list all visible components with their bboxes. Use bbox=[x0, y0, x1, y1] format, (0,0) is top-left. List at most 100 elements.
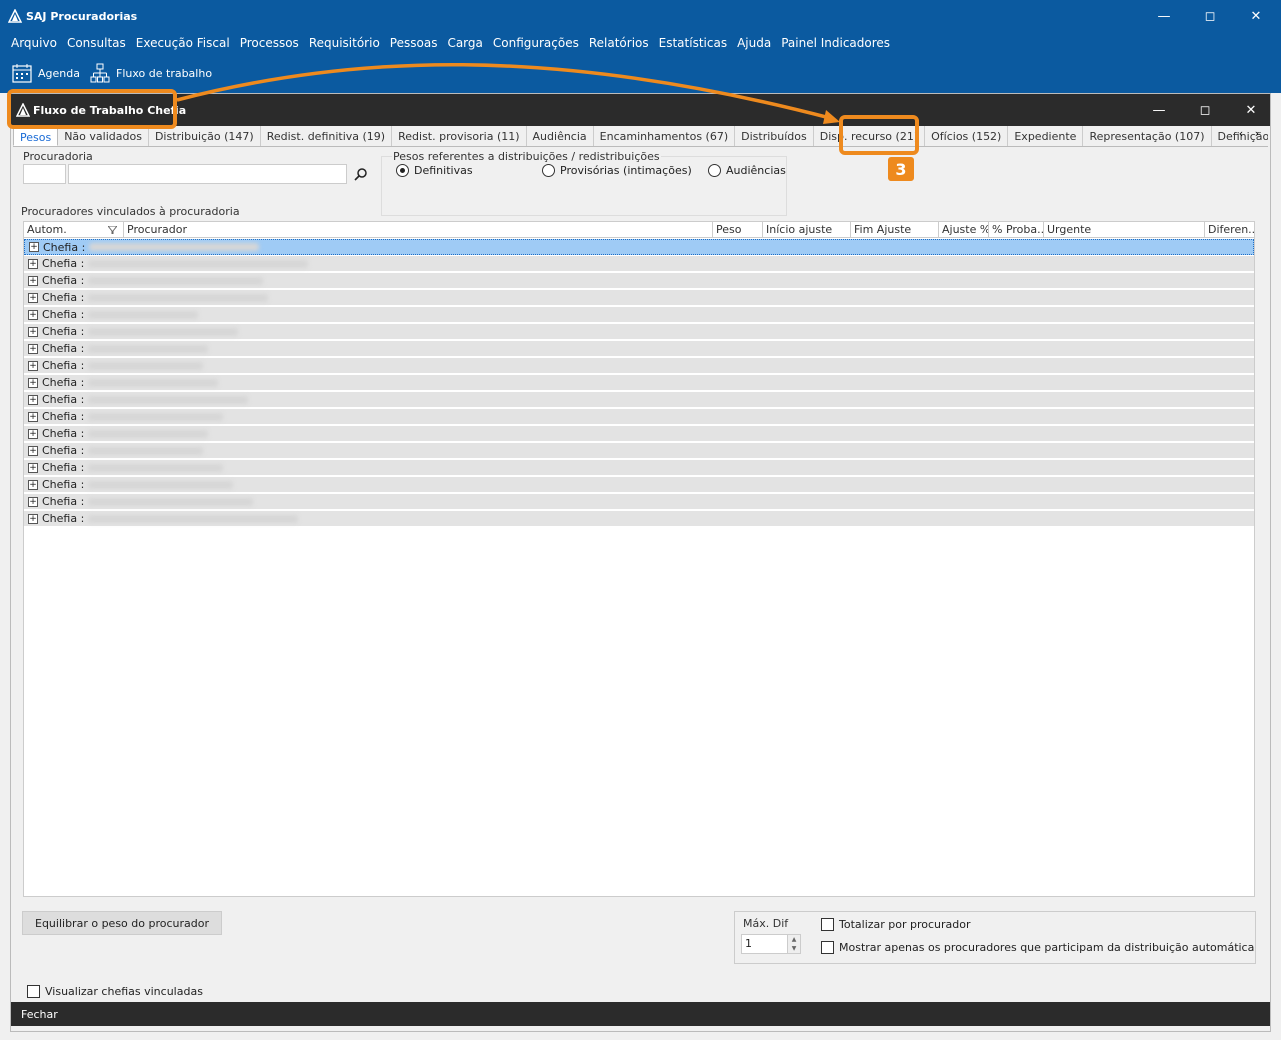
visualizar-chefias-checkbox[interactable]: Visualizar chefias vinculadas bbox=[27, 985, 203, 998]
expand-icon[interactable]: + bbox=[28, 462, 38, 473]
menu-arquivo[interactable]: Arquivo bbox=[6, 36, 62, 50]
menu-estatisticas[interactable]: Estatísticas bbox=[654, 36, 732, 50]
tab-distribuicao[interactable]: Distribuição (147) bbox=[149, 126, 261, 146]
totalizar-checkbox[interactable]: Totalizar por procurador bbox=[821, 918, 971, 931]
radio-audiencias-indicator bbox=[708, 164, 721, 177]
expand-icon[interactable]: + bbox=[29, 242, 39, 252]
menu-execucao-fiscal[interactable]: Execução Fiscal bbox=[131, 36, 235, 50]
filter-icon[interactable] bbox=[108, 226, 117, 234]
col-ajuste-pct[interactable]: Ajuste % bbox=[939, 222, 989, 238]
mostrar-apenas-checkbox[interactable]: Mostrar apenas os procuradores que parti… bbox=[821, 941, 1254, 954]
fechar-button[interactable]: Fechar bbox=[21, 1008, 58, 1021]
table-row[interactable]: + Chefia : bbox=[24, 375, 1254, 391]
tab-audiencia[interactable]: Audiência bbox=[527, 126, 594, 146]
tab-pesos[interactable]: Pesos bbox=[13, 126, 59, 146]
table-row[interactable]: + Chefia : bbox=[24, 409, 1254, 425]
tab-redist-definitiva[interactable]: Redist. definitiva (19) bbox=[261, 126, 393, 146]
table-row[interactable]: + Chefia : bbox=[24, 460, 1254, 476]
menu-ajuda[interactable]: Ajuda bbox=[732, 36, 776, 50]
col-procurador[interactable]: Procurador bbox=[124, 222, 713, 238]
col-fim-ajuste[interactable]: Fim Ajuste bbox=[851, 222, 939, 238]
expand-icon[interactable]: + bbox=[28, 479, 38, 490]
col-diferenca[interactable]: Diferen... bbox=[1205, 222, 1254, 238]
menu-processos[interactable]: Processos bbox=[235, 36, 304, 50]
menu-consultas[interactable]: Consultas bbox=[62, 36, 131, 50]
child-maximize-button[interactable]: ◻ bbox=[1182, 94, 1228, 126]
procuradores-grid[interactable]: Autom. Procurador Peso Início ajuste Fim… bbox=[23, 221, 1255, 897]
expand-icon[interactable]: + bbox=[28, 411, 38, 422]
expand-icon[interactable]: + bbox=[28, 326, 38, 337]
expand-icon[interactable]: + bbox=[28, 360, 38, 371]
menu-carga[interactable]: Carga bbox=[442, 36, 487, 50]
row-chefia-label: Chefia : bbox=[42, 308, 85, 321]
tab-representacao[interactable]: Representação (107) bbox=[1083, 126, 1212, 146]
menu-painel-indicadores[interactable]: Painel Indicadores bbox=[776, 36, 895, 50]
expand-icon[interactable]: + bbox=[28, 343, 38, 354]
max-dif-spinner-icon[interactable]: ▲ ▼ bbox=[787, 935, 800, 953]
tab-expediente[interactable]: Expediente bbox=[1008, 126, 1084, 146]
tab-scroll-left-icon[interactable]: ‹ bbox=[1233, 127, 1249, 145]
tab-redist-provisoria[interactable]: Redist. provisoria (11) bbox=[392, 126, 527, 146]
procuradoria-name-input[interactable] bbox=[68, 164, 347, 184]
minimize-button[interactable]: — bbox=[1141, 0, 1187, 32]
table-row[interactable]: + Chefia : bbox=[24, 443, 1254, 459]
fluxo-trabalho-button[interactable]: Fluxo de trabalho bbox=[90, 62, 212, 84]
table-row[interactable]: + Chefia : bbox=[24, 341, 1254, 357]
table-row[interactable]: + Chefia : bbox=[24, 239, 1254, 255]
menu-configuracoes[interactable]: Configurações bbox=[488, 36, 584, 50]
agenda-button[interactable]: Agenda bbox=[12, 62, 80, 84]
tab-distribuidos[interactable]: Distribuídos bbox=[735, 126, 814, 146]
row-chefia-label: Chefia : bbox=[42, 257, 85, 270]
table-row[interactable]: + Chefia : bbox=[24, 290, 1254, 306]
close-button[interactable]: ✕ bbox=[1233, 0, 1279, 32]
row-chefia-label: Chefia : bbox=[42, 274, 85, 287]
table-row[interactable]: + Chefia : bbox=[24, 477, 1254, 493]
equilibrar-peso-button[interactable]: Equilibrar o peso do procurador bbox=[22, 911, 222, 935]
child-minimize-button[interactable]: — bbox=[1136, 94, 1182, 126]
radio-provisorias[interactable]: Provisórias (intimações) bbox=[542, 164, 692, 177]
procuradoria-code-input[interactable] bbox=[23, 164, 66, 184]
footer-bar: Fechar bbox=[11, 1002, 1270, 1026]
table-row[interactable]: + Chefia : bbox=[24, 324, 1254, 340]
expand-icon[interactable]: + bbox=[28, 309, 38, 320]
annotation-highlight-title bbox=[7, 89, 177, 129]
col-proba[interactable]: % Proba... bbox=[989, 222, 1044, 238]
redacted-name bbox=[89, 243, 260, 251]
totalizar-label: Totalizar por procurador bbox=[839, 918, 971, 931]
table-row[interactable]: + Chefia : bbox=[24, 307, 1254, 323]
menu-requisitorio[interactable]: Requisitório bbox=[304, 36, 385, 50]
child-close-button[interactable]: ✕ bbox=[1228, 94, 1274, 126]
expand-icon[interactable]: + bbox=[28, 496, 38, 507]
row-chefia-label: Chefia : bbox=[42, 512, 85, 525]
redacted-name bbox=[88, 293, 269, 302]
table-row[interactable]: + Chefia : bbox=[24, 273, 1254, 289]
tab-encaminhamentos[interactable]: Encaminhamentos (67) bbox=[594, 126, 736, 146]
expand-icon[interactable]: + bbox=[28, 377, 38, 388]
expand-icon[interactable]: + bbox=[28, 513, 38, 524]
search-icon[interactable] bbox=[354, 167, 368, 181]
col-peso[interactable]: Peso bbox=[713, 222, 763, 238]
col-urgente[interactable]: Urgente bbox=[1044, 222, 1205, 238]
tab-oficios[interactable]: Ofícios (152) bbox=[925, 126, 1009, 146]
expand-icon[interactable]: + bbox=[28, 428, 38, 439]
table-row[interactable]: + Chefia : bbox=[24, 511, 1254, 527]
redacted-name bbox=[88, 514, 299, 523]
col-inicio-ajuste[interactable]: Início ajuste bbox=[763, 222, 851, 238]
table-row[interactable]: + Chefia : bbox=[24, 494, 1254, 510]
radio-audiencias[interactable]: Audiências bbox=[708, 164, 786, 177]
maximize-button[interactable]: ◻ bbox=[1187, 0, 1233, 32]
menu-relatorios[interactable]: Relatórios bbox=[584, 36, 654, 50]
expand-icon[interactable]: + bbox=[28, 394, 38, 405]
table-row[interactable]: + Chefia : bbox=[24, 392, 1254, 408]
tab-scroll-right-icon[interactable]: › bbox=[1249, 127, 1265, 145]
expand-icon[interactable]: + bbox=[28, 258, 38, 269]
table-row[interactable]: + Chefia : bbox=[24, 256, 1254, 272]
expand-icon[interactable]: + bbox=[28, 275, 38, 286]
expand-icon[interactable]: + bbox=[28, 445, 38, 456]
table-row[interactable]: + Chefia : bbox=[24, 426, 1254, 442]
expand-icon[interactable]: + bbox=[28, 292, 38, 303]
table-row[interactable]: + Chefia : bbox=[24, 358, 1254, 374]
tab-nao-validados[interactable]: Não validados bbox=[58, 126, 149, 146]
menu-pessoas[interactable]: Pessoas bbox=[385, 36, 443, 50]
radio-definitivas[interactable]: Definitivas bbox=[396, 164, 473, 177]
